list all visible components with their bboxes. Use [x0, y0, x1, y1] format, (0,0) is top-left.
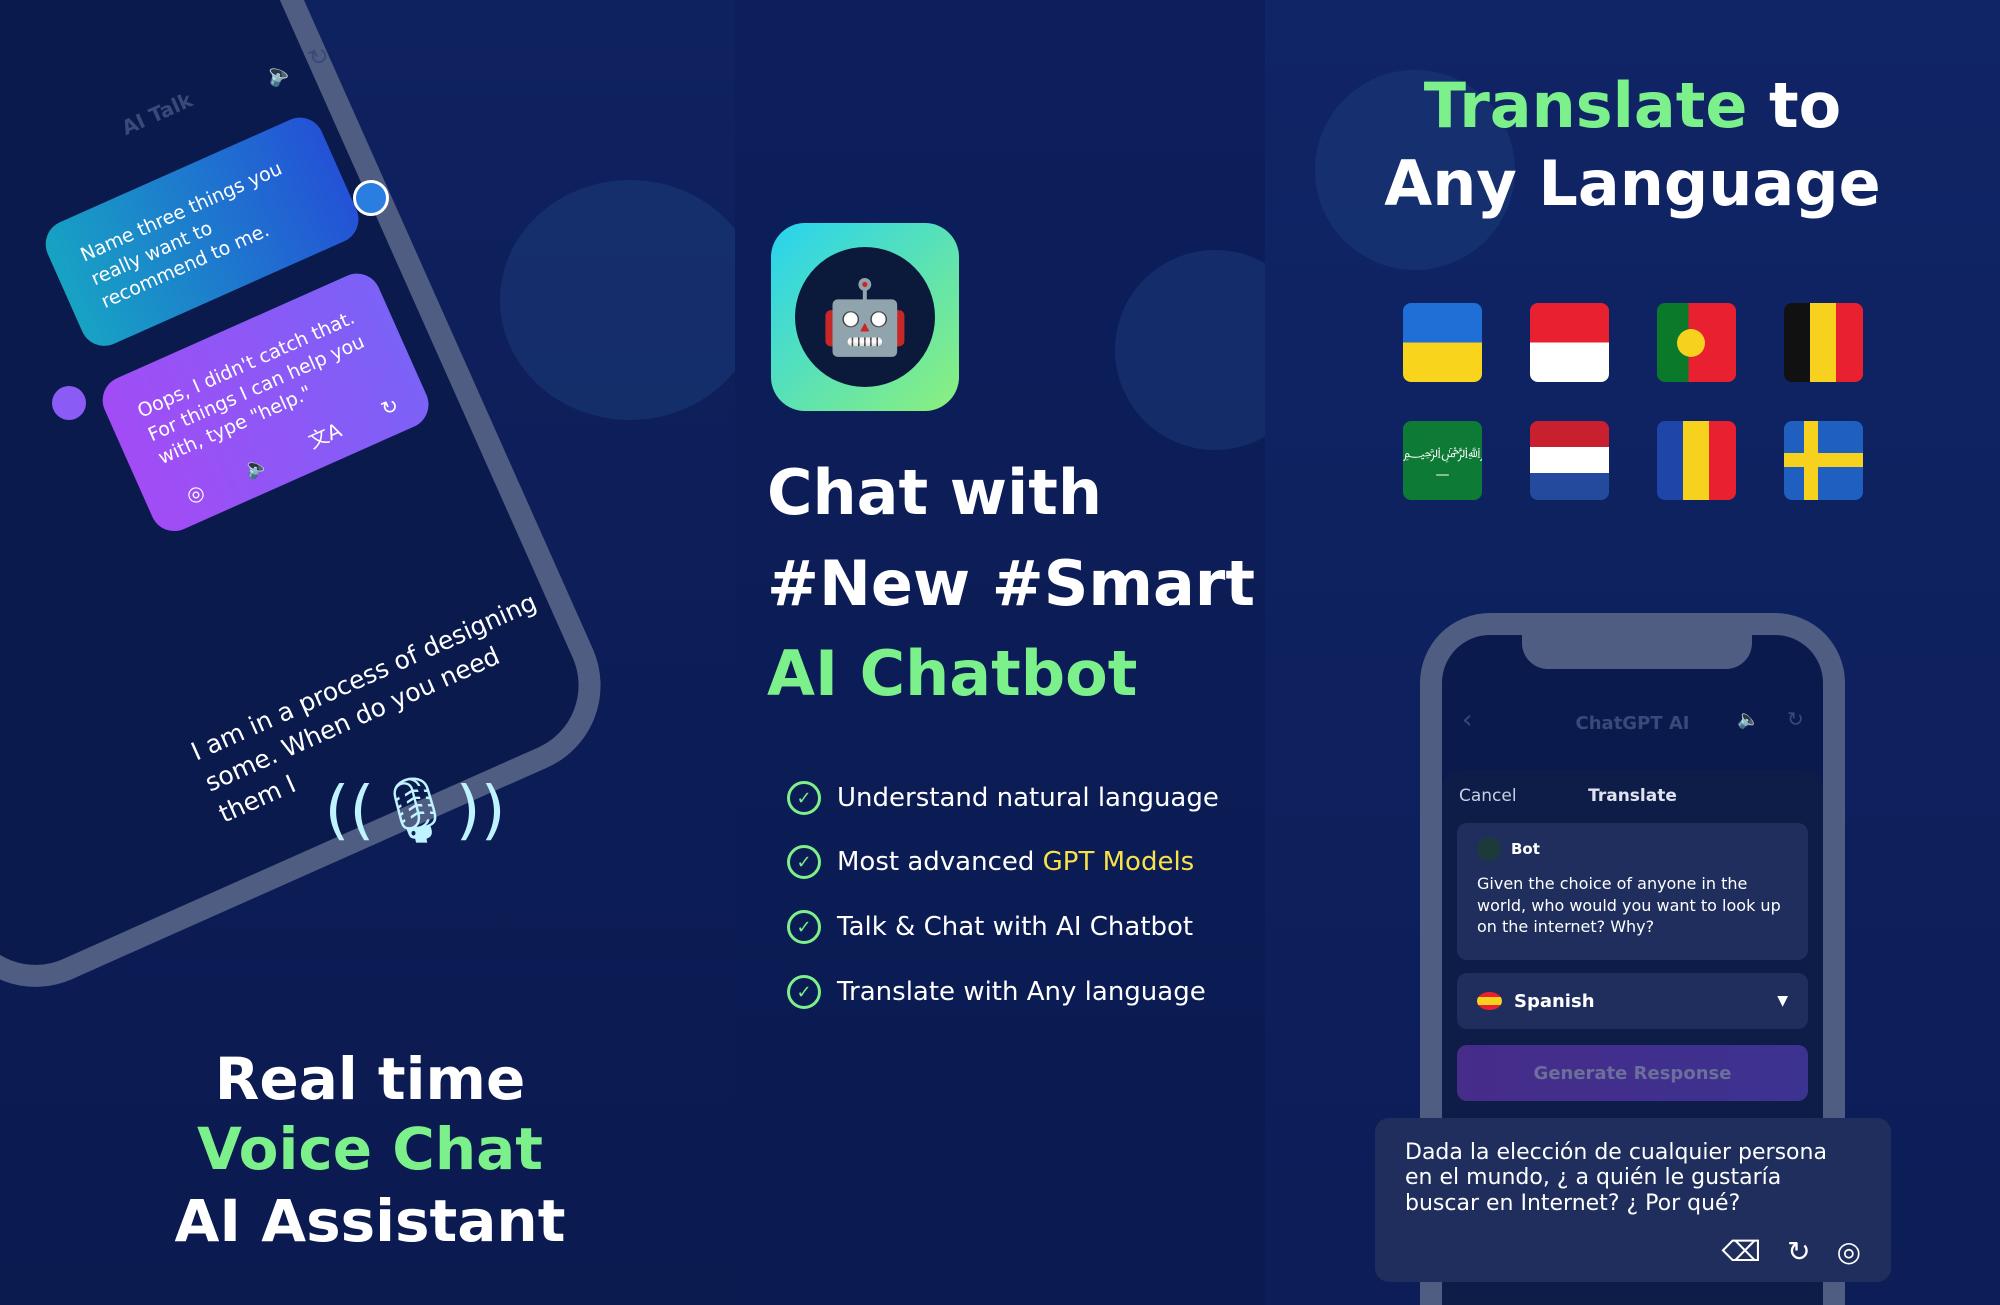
flag-sweden-icon	[1784, 421, 1863, 500]
refresh-icon[interactable]: ↻	[1787, 1235, 1810, 1268]
headline-line3: AI Assistant	[174, 1187, 566, 1255]
feature-text: Translate with Any language	[837, 977, 1206, 1007]
flag-romania-icon	[1657, 421, 1736, 500]
flag-indonesia-icon	[1530, 303, 1609, 382]
headline-line1: Chat with	[767, 456, 1103, 529]
flag-saudi-arabia-icon: ﷽ —	[1403, 421, 1482, 500]
phone-header-title: ChatGPT AI	[1575, 713, 1690, 734]
flag-portugal-icon	[1657, 303, 1736, 382]
app-logo-icon: 🤖	[771, 223, 959, 411]
feature-text: Understand natural language	[837, 783, 1219, 813]
feature-item: ✓ Most advanced GPT Models	[787, 845, 1194, 879]
check-icon: ✓	[787, 781, 821, 815]
translation-result-text: Dada la elección de cualquier persona en…	[1405, 1140, 1827, 1216]
headline-line2: Voice Chat	[196, 1115, 544, 1183]
flag-spain-icon	[1477, 992, 1502, 1010]
headline-highlight: Translate	[1423, 69, 1748, 142]
chatbot-panel: 🤖 Chat with #New #Smart AI Chatbot ✓ Unde…	[735, 0, 1265, 1305]
robot-watermark-icon	[500, 180, 735, 420]
headline-line2: #New #Smart	[767, 547, 1256, 620]
bot-message-text: Given the choice of anyone in the world,…	[1477, 874, 1781, 937]
microphone-icon[interactable]: ((🎙))	[324, 755, 505, 865]
refresh-icon[interactable]: ↻	[377, 391, 403, 422]
feature-text: Most advanced GPT Models	[837, 847, 1194, 877]
feature-item: ✓ Understand natural language	[787, 781, 1219, 815]
eraser-icon[interactable]: ⌫	[1722, 1235, 1762, 1268]
sheet-title: Translate	[1588, 786, 1677, 806]
bot-message-card: Bot Given the choice of anyone in the wo…	[1457, 823, 1808, 960]
headline-rest: to	[1747, 69, 1842, 142]
feature-text-main: Most advanced	[837, 847, 1043, 877]
flag-ukraine-icon	[1403, 303, 1482, 382]
check-icon: ✓	[787, 910, 821, 944]
speaker-icon[interactable]: 🔈	[240, 449, 274, 484]
headline-line2: Any Language	[1384, 147, 1881, 220]
bot-avatar-icon	[52, 386, 86, 420]
feature-item: ✓ Translate with Any language	[787, 975, 1206, 1009]
feature-text: Talk & Chat with AI Chatbot	[837, 912, 1194, 942]
translate-icon[interactable]: 文A	[304, 417, 346, 455]
feature-item: ✓ Talk & Chat with AI Chatbot	[787, 910, 1193, 944]
language-select[interactable]: Spanish ▼	[1457, 973, 1808, 1029]
robot-watermark-icon	[1115, 250, 1265, 450]
generate-response-button[interactable]: Generate Response	[1457, 1045, 1808, 1101]
flag-belgium-icon	[1784, 303, 1863, 382]
check-icon: ✓	[787, 975, 821, 1009]
bot-avatar-icon	[1477, 837, 1501, 861]
bot-name: Bot	[1511, 840, 1540, 858]
translation-result-card: Dada la elección de cualquier persona en…	[1375, 1118, 1891, 1282]
feature-highlight: GPT Models	[1042, 847, 1195, 877]
check-icon: ✓	[787, 845, 821, 879]
headline-line1: Real time	[214, 1045, 526, 1113]
user-avatar-icon	[353, 180, 389, 216]
copy-icon[interactable]: ◎	[182, 478, 209, 510]
speaker-icon[interactable]: 🔈	[1737, 709, 1759, 730]
language-selected: Spanish	[1514, 990, 1595, 1012]
copy-icon[interactable]: ◎	[1837, 1235, 1861, 1268]
translate-panel: Translate to Any Language ﷽ — ‹ ChatGPT A…	[1265, 0, 2000, 1305]
flag-netherlands-icon	[1530, 421, 1609, 500]
refresh-icon[interactable]: ↻	[1787, 707, 1804, 731]
voice-chat-panel: AI Talk 🔈 ↻ Name three things you really…	[0, 0, 735, 1305]
headline-line1: Translate to	[1265, 75, 2000, 137]
headline-line3: AI Chatbot	[767, 637, 1138, 710]
chevron-down-icon: ▼	[1777, 993, 1788, 1009]
